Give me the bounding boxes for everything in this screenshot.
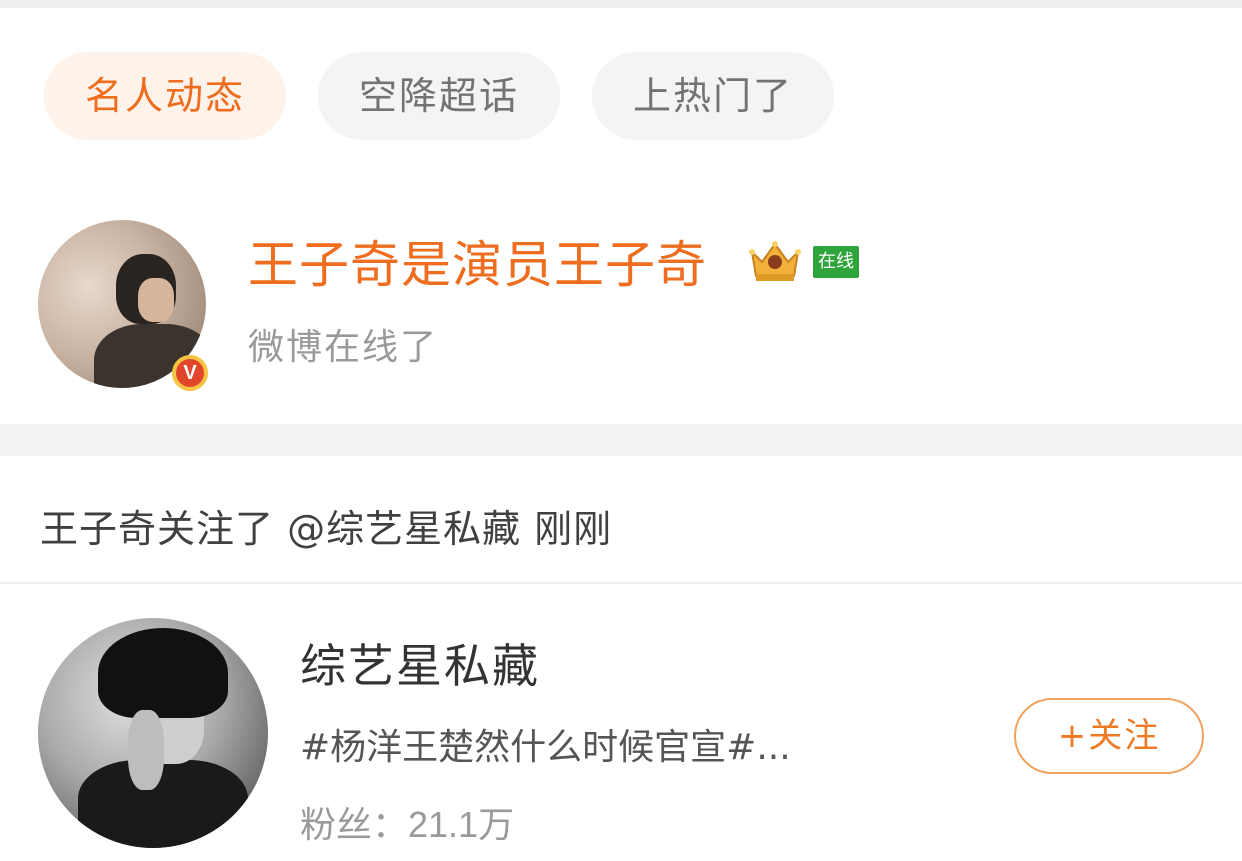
user-avatar[interactable]: [38, 618, 268, 848]
fans-label: 粉丝：: [300, 805, 409, 846]
verified-v-icon: V: [172, 355, 208, 391]
tab-trending[interactable]: 上热门了: [592, 52, 834, 140]
section-divider: [0, 424, 1242, 456]
follow-button[interactable]: +关注: [1014, 698, 1204, 774]
crown-badge-icon: [749, 241, 801, 281]
user-fans: 粉丝：21.1万: [300, 796, 514, 848]
avatar-figure-hand: [128, 710, 164, 790]
avatar-figure-hair: [98, 628, 228, 718]
tab-super-topic[interactable]: 空降超话: [318, 52, 560, 140]
avatar-figure-jacket: [78, 760, 248, 848]
avatar-figure-face: [138, 278, 174, 322]
activity-text: 王子奇关注了 @综艺星私藏 刚刚: [40, 507, 613, 551]
row-divider: [0, 582, 1242, 584]
user-description: #杨洋王楚然什么时候官宣#...: [300, 727, 791, 768]
tab-celebrity-updates[interactable]: 名人动态: [44, 52, 286, 140]
top-separator: [0, 0, 1242, 8]
celebrity-name[interactable]: 王子奇是演员王子奇: [248, 225, 707, 297]
celebrity-subtitle: 微博在线了: [248, 327, 439, 368]
user-name[interactable]: 综艺星私藏: [300, 630, 540, 696]
weibo-page: 名人动态 空降超话 上热门了 V 王子奇是演员王子奇 在线 微博在线了 王子奇关…: [0, 0, 1242, 861]
online-status-badge: 在线: [813, 246, 859, 278]
fans-count: 21.1万: [408, 804, 515, 845]
